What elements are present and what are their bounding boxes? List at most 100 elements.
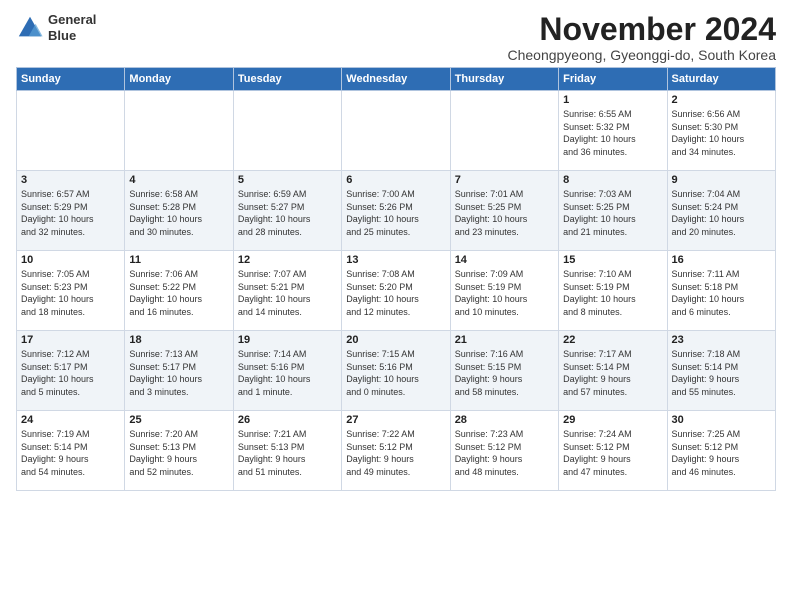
day-info: Sunrise: 7:05 AM Sunset: 5:23 PM Dayligh… xyxy=(21,268,120,318)
calendar-cell: 4 Sunrise: 6:58 AM Sunset: 5:28 PM Daylig… xyxy=(125,171,233,251)
page-container: General Blue November 2024 Cheongpyeong,… xyxy=(0,0,792,499)
logo: General Blue xyxy=(16,12,96,43)
day-number: 27 xyxy=(346,414,445,426)
day-number: 21 xyxy=(455,334,554,346)
day-info: Sunrise: 7:23 AM Sunset: 5:12 PM Dayligh… xyxy=(455,428,554,478)
calendar-cell xyxy=(233,91,341,171)
day-number: 5 xyxy=(238,174,337,186)
day-number: 18 xyxy=(129,334,228,346)
day-number: 16 xyxy=(672,254,771,266)
day-number: 23 xyxy=(672,334,771,346)
day-info: Sunrise: 7:25 AM Sunset: 5:12 PM Dayligh… xyxy=(672,428,771,478)
day-info: Sunrise: 7:13 AM Sunset: 5:17 PM Dayligh… xyxy=(129,348,228,398)
header: General Blue November 2024 Cheongpyeong,… xyxy=(16,12,776,63)
calendar-week-5: 24 Sunrise: 7:19 AM Sunset: 5:14 PM Dayli… xyxy=(17,411,776,491)
calendar-cell: 21 Sunrise: 7:16 AM Sunset: 5:15 PM Dayli… xyxy=(450,331,558,411)
calendar-cell: 15 Sunrise: 7:10 AM Sunset: 5:19 PM Dayli… xyxy=(559,251,667,331)
calendar-cell: 6Sunrise: 7:00 AM Sunset: 5:26 PM Daylig… xyxy=(342,171,450,251)
day-info: Sunrise: 7:16 AM Sunset: 5:15 PM Dayligh… xyxy=(455,348,554,398)
day-number: 1 xyxy=(563,94,662,106)
day-info: Sunrise: 7:07 AM Sunset: 5:21 PM Dayligh… xyxy=(238,268,337,318)
day-info: Sunrise: 7:17 AM Sunset: 5:14 PM Dayligh… xyxy=(563,348,662,398)
calendar-cell: 8 Sunrise: 7:03 AM Sunset: 5:25 PM Daylig… xyxy=(559,171,667,251)
day-number: 15 xyxy=(563,254,662,266)
calendar-cell: 13Sunrise: 7:08 AM Sunset: 5:20 PM Dayli… xyxy=(342,251,450,331)
day-number: 29 xyxy=(563,414,662,426)
calendar-cell: 22 Sunrise: 7:17 AM Sunset: 5:14 PM Dayli… xyxy=(559,331,667,411)
day-info: Sunrise: 6:59 AM Sunset: 5:27 PM Dayligh… xyxy=(238,188,337,238)
logo-text: General Blue xyxy=(48,12,96,43)
header-saturday: Saturday xyxy=(667,68,775,91)
day-info: Sunrise: 7:24 AM Sunset: 5:12 PM Dayligh… xyxy=(563,428,662,478)
day-number: 3 xyxy=(21,174,120,186)
calendar-cell: 12 Sunrise: 7:07 AM Sunset: 5:21 PM Dayli… xyxy=(233,251,341,331)
calendar-cell: 19 Sunrise: 7:14 AM Sunset: 5:16 PM Dayli… xyxy=(233,331,341,411)
calendar-cell xyxy=(450,91,558,171)
title-area: November 2024 Cheongpyeong, Gyeonggi-do,… xyxy=(507,12,776,63)
logo-icon xyxy=(16,14,44,42)
day-number: 12 xyxy=(238,254,337,266)
header-tuesday: Tuesday xyxy=(233,68,341,91)
header-sunday: Sunday xyxy=(17,68,125,91)
header-wednesday: Wednesday xyxy=(342,68,450,91)
day-info: Sunrise: 6:58 AM Sunset: 5:28 PM Dayligh… xyxy=(129,188,228,238)
day-number: 11 xyxy=(129,254,228,266)
day-number: 22 xyxy=(563,334,662,346)
day-number: 24 xyxy=(21,414,120,426)
location: Cheongpyeong, Gyeonggi-do, South Korea xyxy=(507,47,776,63)
day-info: Sunrise: 7:03 AM Sunset: 5:25 PM Dayligh… xyxy=(563,188,662,238)
calendar-cell: 17Sunrise: 7:12 AM Sunset: 5:17 PM Dayli… xyxy=(17,331,125,411)
calendar-cell: 14Sunrise: 7:09 AM Sunset: 5:19 PM Dayli… xyxy=(450,251,558,331)
calendar-week-2: 3 Sunrise: 6:57 AM Sunset: 5:29 PM Daylig… xyxy=(17,171,776,251)
day-info: Sunrise: 7:19 AM Sunset: 5:14 PM Dayligh… xyxy=(21,428,120,478)
day-info: Sunrise: 7:09 AM Sunset: 5:19 PM Dayligh… xyxy=(455,268,554,318)
calendar-cell: 18 Sunrise: 7:13 AM Sunset: 5:17 PM Dayli… xyxy=(125,331,233,411)
calendar-cell: 20 Sunrise: 7:15 AM Sunset: 5:16 PM Dayli… xyxy=(342,331,450,411)
calendar-cell: 2Sunrise: 6:56 AM Sunset: 5:30 PM Daylig… xyxy=(667,91,775,171)
calendar-cell: 25 Sunrise: 7:20 AM Sunset: 5:13 PM Dayli… xyxy=(125,411,233,491)
day-number: 28 xyxy=(455,414,554,426)
day-info: Sunrise: 6:56 AM Sunset: 5:30 PM Dayligh… xyxy=(672,108,771,158)
day-info: Sunrise: 7:12 AM Sunset: 5:17 PM Dayligh… xyxy=(21,348,120,398)
calendar-cell: 7Sunrise: 7:01 AM Sunset: 5:25 PM Daylig… xyxy=(450,171,558,251)
calendar-cell: 28 Sunrise: 7:23 AM Sunset: 5:12 PM Dayli… xyxy=(450,411,558,491)
day-info: Sunrise: 7:14 AM Sunset: 5:16 PM Dayligh… xyxy=(238,348,337,398)
calendar-cell: 29 Sunrise: 7:24 AM Sunset: 5:12 PM Dayli… xyxy=(559,411,667,491)
calendar: Sunday Monday Tuesday Wednesday Thursday… xyxy=(16,67,776,491)
day-number: 9 xyxy=(672,174,771,186)
header-friday: Friday xyxy=(559,68,667,91)
calendar-cell xyxy=(342,91,450,171)
calendar-cell: 10 Sunrise: 7:05 AM Sunset: 5:23 PM Dayli… xyxy=(17,251,125,331)
calendar-cell xyxy=(17,91,125,171)
day-number: 8 xyxy=(563,174,662,186)
calendar-cell: 9Sunrise: 7:04 AM Sunset: 5:24 PM Daylig… xyxy=(667,171,775,251)
day-number: 7 xyxy=(455,174,554,186)
day-number: 30 xyxy=(672,414,771,426)
day-number: 10 xyxy=(21,254,120,266)
calendar-cell: 30 Sunrise: 7:25 AM Sunset: 5:12 PM Dayli… xyxy=(667,411,775,491)
day-info: Sunrise: 7:10 AM Sunset: 5:19 PM Dayligh… xyxy=(563,268,662,318)
day-info: Sunrise: 7:06 AM Sunset: 5:22 PM Dayligh… xyxy=(129,268,228,318)
day-info: Sunrise: 7:00 AM Sunset: 5:26 PM Dayligh… xyxy=(346,188,445,238)
day-info: Sunrise: 6:57 AM Sunset: 5:29 PM Dayligh… xyxy=(21,188,120,238)
day-number: 4 xyxy=(129,174,228,186)
calendar-week-3: 10 Sunrise: 7:05 AM Sunset: 5:23 PM Dayli… xyxy=(17,251,776,331)
calendar-cell: 23 Sunrise: 7:18 AM Sunset: 5:14 PM Dayli… xyxy=(667,331,775,411)
day-info: Sunrise: 7:18 AM Sunset: 5:14 PM Dayligh… xyxy=(672,348,771,398)
day-info: Sunrise: 7:20 AM Sunset: 5:13 PM Dayligh… xyxy=(129,428,228,478)
day-number: 25 xyxy=(129,414,228,426)
day-number: 20 xyxy=(346,334,445,346)
header-thursday: Thursday xyxy=(450,68,558,91)
day-info: Sunrise: 7:15 AM Sunset: 5:16 PM Dayligh… xyxy=(346,348,445,398)
day-number: 19 xyxy=(238,334,337,346)
calendar-cell: 24 Sunrise: 7:19 AM Sunset: 5:14 PM Dayli… xyxy=(17,411,125,491)
day-info: Sunrise: 7:21 AM Sunset: 5:13 PM Dayligh… xyxy=(238,428,337,478)
day-info: Sunrise: 7:08 AM Sunset: 5:20 PM Dayligh… xyxy=(346,268,445,318)
calendar-header-row: Sunday Monday Tuesday Wednesday Thursday… xyxy=(17,68,776,91)
header-monday: Monday xyxy=(125,68,233,91)
logo-blue: Blue xyxy=(48,28,96,44)
calendar-cell: 3 Sunrise: 6:57 AM Sunset: 5:29 PM Daylig… xyxy=(17,171,125,251)
calendar-week-4: 17Sunrise: 7:12 AM Sunset: 5:17 PM Dayli… xyxy=(17,331,776,411)
calendar-cell: 27Sunrise: 7:22 AM Sunset: 5:12 PM Dayli… xyxy=(342,411,450,491)
calendar-week-1: 1Sunrise: 6:55 AM Sunset: 5:32 PM Daylig… xyxy=(17,91,776,171)
